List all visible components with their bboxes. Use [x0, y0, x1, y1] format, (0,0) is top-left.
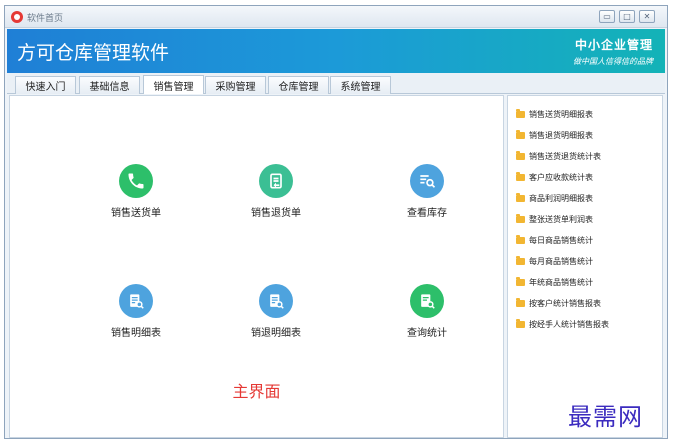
banner-slogan: 中小企业管理 做中国人信得信的品牌: [573, 36, 653, 67]
slogan-line2: 做中国人信得信的品牌: [573, 57, 653, 66]
tab-sales-management[interactable]: 销售管理: [143, 75, 204, 94]
return-document-icon: [259, 164, 293, 198]
report-link[interactable]: 按经手人统计销售报表: [516, 314, 609, 335]
query-statistics-tile[interactable]: 查询统计: [382, 284, 472, 339]
sales-detail-tile[interactable]: 销售明细表: [91, 284, 181, 339]
report-label: 每日商品销售统计: [529, 236, 593, 245]
tab-purchase-management[interactable]: 采购管理: [205, 76, 266, 94]
report-label: 商品利润明细报表: [529, 194, 593, 203]
maximize-icon: □: [623, 11, 631, 21]
folder-icon: [516, 193, 525, 202]
report-label: 销售送货明细报表: [529, 110, 593, 119]
report-link[interactable]: 整张送货单利润表: [516, 209, 609, 230]
tile-label: 查询统计: [407, 328, 447, 339]
minimize-icon: ▭: [603, 11, 611, 21]
report-link[interactable]: 每日商品销售统计: [516, 230, 609, 251]
report-label: 按客户统计销售报表: [529, 299, 601, 308]
folder-icon: [516, 172, 525, 181]
main-panel: 销售送货单 销售退货单 查看库存 销售明细表 销退明细表 查询统计 主界面: [9, 95, 504, 438]
title-bar: 软件首页 ▭ □ ✕: [5, 6, 667, 28]
folder-icon: [516, 130, 525, 139]
tile-label: 销售送货单: [111, 208, 161, 219]
tab-system-management[interactable]: 系统管理: [330, 76, 391, 94]
report-label: 销售送货退货统计表: [529, 152, 601, 161]
folder-icon: [516, 277, 525, 286]
report-link[interactable]: 销售送货明细报表: [516, 104, 609, 125]
view-inventory-tile[interactable]: 查看库存: [382, 164, 472, 219]
sales-return-tile[interactable]: 销售退货单: [231, 164, 321, 219]
header-banner: 方可仓库管理软件 中小企业管理 做中国人信得信的品牌: [7, 29, 665, 73]
statistics-search-icon: [410, 284, 444, 318]
tab-warehouse-management[interactable]: 仓库管理: [268, 76, 329, 94]
sales-delivery-tile[interactable]: 销售送货单: [91, 164, 181, 219]
report-link[interactable]: 销售退货明细报表: [516, 125, 609, 146]
tile-label: 查看库存: [407, 208, 447, 219]
app-name: 方可仓库管理软件: [17, 42, 170, 64]
minimize-button[interactable]: ▭: [599, 10, 615, 23]
report-link[interactable]: 商品利润明细报表: [516, 188, 609, 209]
report-label: 每月商品销售统计: [529, 257, 593, 266]
watermark: 最需网: [568, 403, 643, 431]
report-link[interactable]: 客户应收款统计表: [516, 167, 609, 188]
tab-bar: 快速入门 基础信息 销售管理 采购管理 仓库管理 系统管理: [7, 73, 665, 94]
folder-icon: [516, 319, 525, 328]
report-link[interactable]: 每月商品销售统计: [516, 251, 609, 272]
search-list-icon: [410, 164, 444, 198]
report-link[interactable]: 销售送货退货统计表: [516, 146, 609, 167]
report-search-icon: [119, 284, 153, 318]
report-list: 销售送货明细报表 销售退货明细报表 销售送货退货统计表 客户应收款统计表 商品利…: [516, 104, 609, 335]
tile-label: 销售明细表: [111, 328, 161, 339]
folder-icon: [516, 235, 525, 244]
tile-label: 销退明细表: [251, 328, 301, 339]
close-button[interactable]: ✕: [639, 10, 655, 23]
report-label: 整张送货单利润表: [529, 215, 593, 224]
folder-icon: [516, 151, 525, 160]
report-label: 销售退货明细报表: [529, 131, 593, 140]
report-label: 年统商品销售统计: [529, 278, 593, 287]
report-label: 客户应收款统计表: [529, 173, 593, 182]
folder-icon: [516, 298, 525, 307]
report-sidebar: 销售送货明细报表 销售退货明细报表 销售送货退货统计表 客户应收款统计表 商品利…: [507, 95, 663, 438]
folder-icon: [516, 256, 525, 265]
app-logo-icon: [11, 11, 23, 23]
folder-icon: [516, 109, 525, 118]
report-search-icon: [259, 284, 293, 318]
report-label: 按经手人统计销售报表: [529, 320, 609, 329]
report-link[interactable]: 按客户统计销售报表: [516, 293, 609, 314]
main-caption: 主界面: [232, 382, 281, 401]
report-link[interactable]: 年统商品销售统计: [516, 272, 609, 293]
tab-quick-start[interactable]: 快速入门: [15, 76, 76, 94]
slogan-line1: 中小企业管理: [574, 38, 653, 52]
window-title: 软件首页: [27, 14, 64, 24]
tab-basic-info[interactable]: 基础信息: [79, 76, 140, 94]
folder-icon: [516, 214, 525, 223]
app-window: 软件首页 ▭ □ ✕ 方可仓库管理软件 中小企业管理 做中国人信得信的品牌 快速…: [4, 5, 668, 439]
tile-label: 销售退货单: [251, 208, 301, 219]
maximize-button[interactable]: □: [619, 10, 635, 23]
return-detail-tile[interactable]: 销退明细表: [231, 284, 321, 339]
phone-icon: [119, 164, 153, 198]
close-icon: ✕: [643, 11, 651, 21]
